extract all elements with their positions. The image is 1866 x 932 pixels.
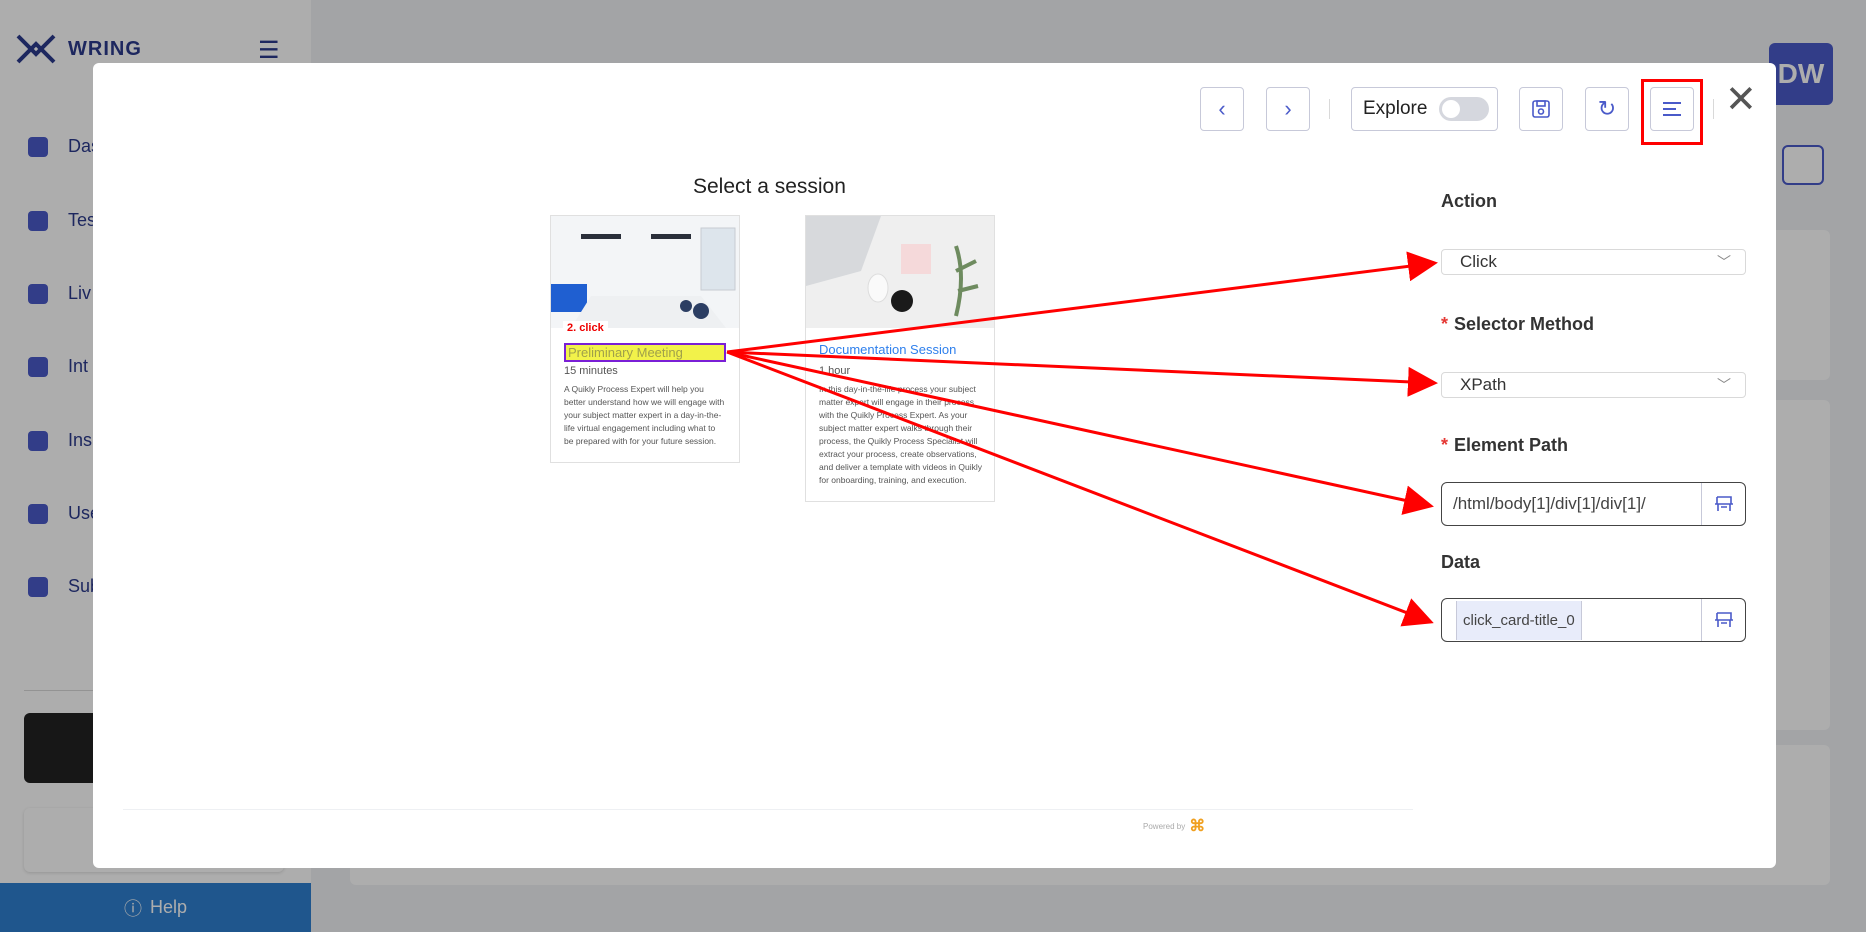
footer-divider (123, 809, 1413, 810)
card-duration: 15 minutes (564, 365, 618, 377)
data-label: Data (1441, 552, 1481, 572)
powered-by-text: Powered by (1143, 821, 1186, 831)
preview-title: Select a session (693, 175, 846, 198)
save-icon (1532, 100, 1550, 118)
element-path-text: Element Path (1454, 435, 1569, 455)
chevron-left-icon: ‹ (1218, 96, 1226, 121)
desk-image (806, 216, 994, 328)
save-button[interactable] (1519, 87, 1563, 131)
toolbar-divider (1329, 99, 1330, 119)
explore-label: Explore (1363, 98, 1428, 119)
variable-picker-button[interactable] (1701, 483, 1745, 525)
required-marker: * (1441, 435, 1449, 455)
session-card[interactable]: 15 minutes A Quikly Process Expert will … (550, 215, 740, 463)
powered-by: Powered by ⌘ (1143, 816, 1205, 836)
explore-toggle[interactable]: Explore (1351, 87, 1498, 131)
data-input[interactable]: click_card-title_0 (1442, 600, 1701, 640)
action-select[interactable]: Click ﹀ (1441, 249, 1746, 275)
explore-switch[interactable] (1439, 97, 1490, 121)
refresh-icon: ↻ (1597, 96, 1617, 121)
element-path-input[interactable]: /html/body[1]/div[1]/div[1]/ (1442, 494, 1701, 514)
card-description: A Quikly Process Expert will help you be… (564, 384, 725, 446)
card-title: Preliminary Meeting (568, 345, 683, 360)
action-value: Click (1460, 252, 1497, 271)
required-marker: * (1441, 314, 1449, 334)
click-annotation-label: 2. click (563, 321, 608, 335)
action-label: Action (1441, 191, 1497, 211)
element-path-field[interactable]: /html/body[1]/div[1]/div[1]/ (1441, 482, 1746, 526)
data-field[interactable]: click_card-title_0 (1441, 598, 1746, 642)
data-value-tag: click_card-title_0 (1456, 600, 1582, 640)
selector-method-select[interactable]: XPath ﹀ (1441, 372, 1746, 398)
selector-method-label: * Selector Method (1441, 314, 1594, 335)
toolbar-divider (1713, 99, 1714, 119)
previous-step-button[interactable]: ‹ (1200, 87, 1244, 131)
annotation-highlight-box (1641, 79, 1703, 145)
desk-illustration (806, 216, 994, 328)
card-duration: 1 hour (819, 365, 851, 377)
selected-element-outline[interactable]: Preliminary Meeting (564, 343, 726, 362)
session-card[interactable]: Documentation Session 1 hour In this day… (805, 215, 995, 502)
card-description: In this day-in-the-life process your sub… (819, 384, 982, 485)
variable-picker-button[interactable] (1701, 599, 1745, 641)
room-illustration (551, 216, 739, 328)
pick-element-icon (1714, 612, 1733, 627)
close-icon[interactable]: ✕ (1725, 81, 1757, 119)
chevron-down-icon: ﹀ (1717, 377, 1731, 393)
selector-method-text: Selector Method (1454, 314, 1595, 334)
reset-button[interactable]: ↻ (1585, 87, 1629, 131)
element-path-label: * Element Path (1441, 435, 1568, 456)
meeting-room-image (551, 216, 739, 328)
pick-element-icon (1714, 496, 1733, 511)
next-step-button[interactable]: › (1266, 87, 1310, 131)
chevron-right-icon: › (1284, 96, 1292, 121)
chevron-down-icon: ﹀ (1717, 254, 1731, 270)
step-editor-modal: ‹ › Explore ↻ ✕ Select a session 15 minu… (93, 63, 1776, 868)
selector-method-value: XPath (1460, 375, 1507, 394)
quikly-logo-icon: ⌘ (1189, 818, 1206, 835)
card-title[interactable]: Documentation Session (819, 342, 994, 357)
